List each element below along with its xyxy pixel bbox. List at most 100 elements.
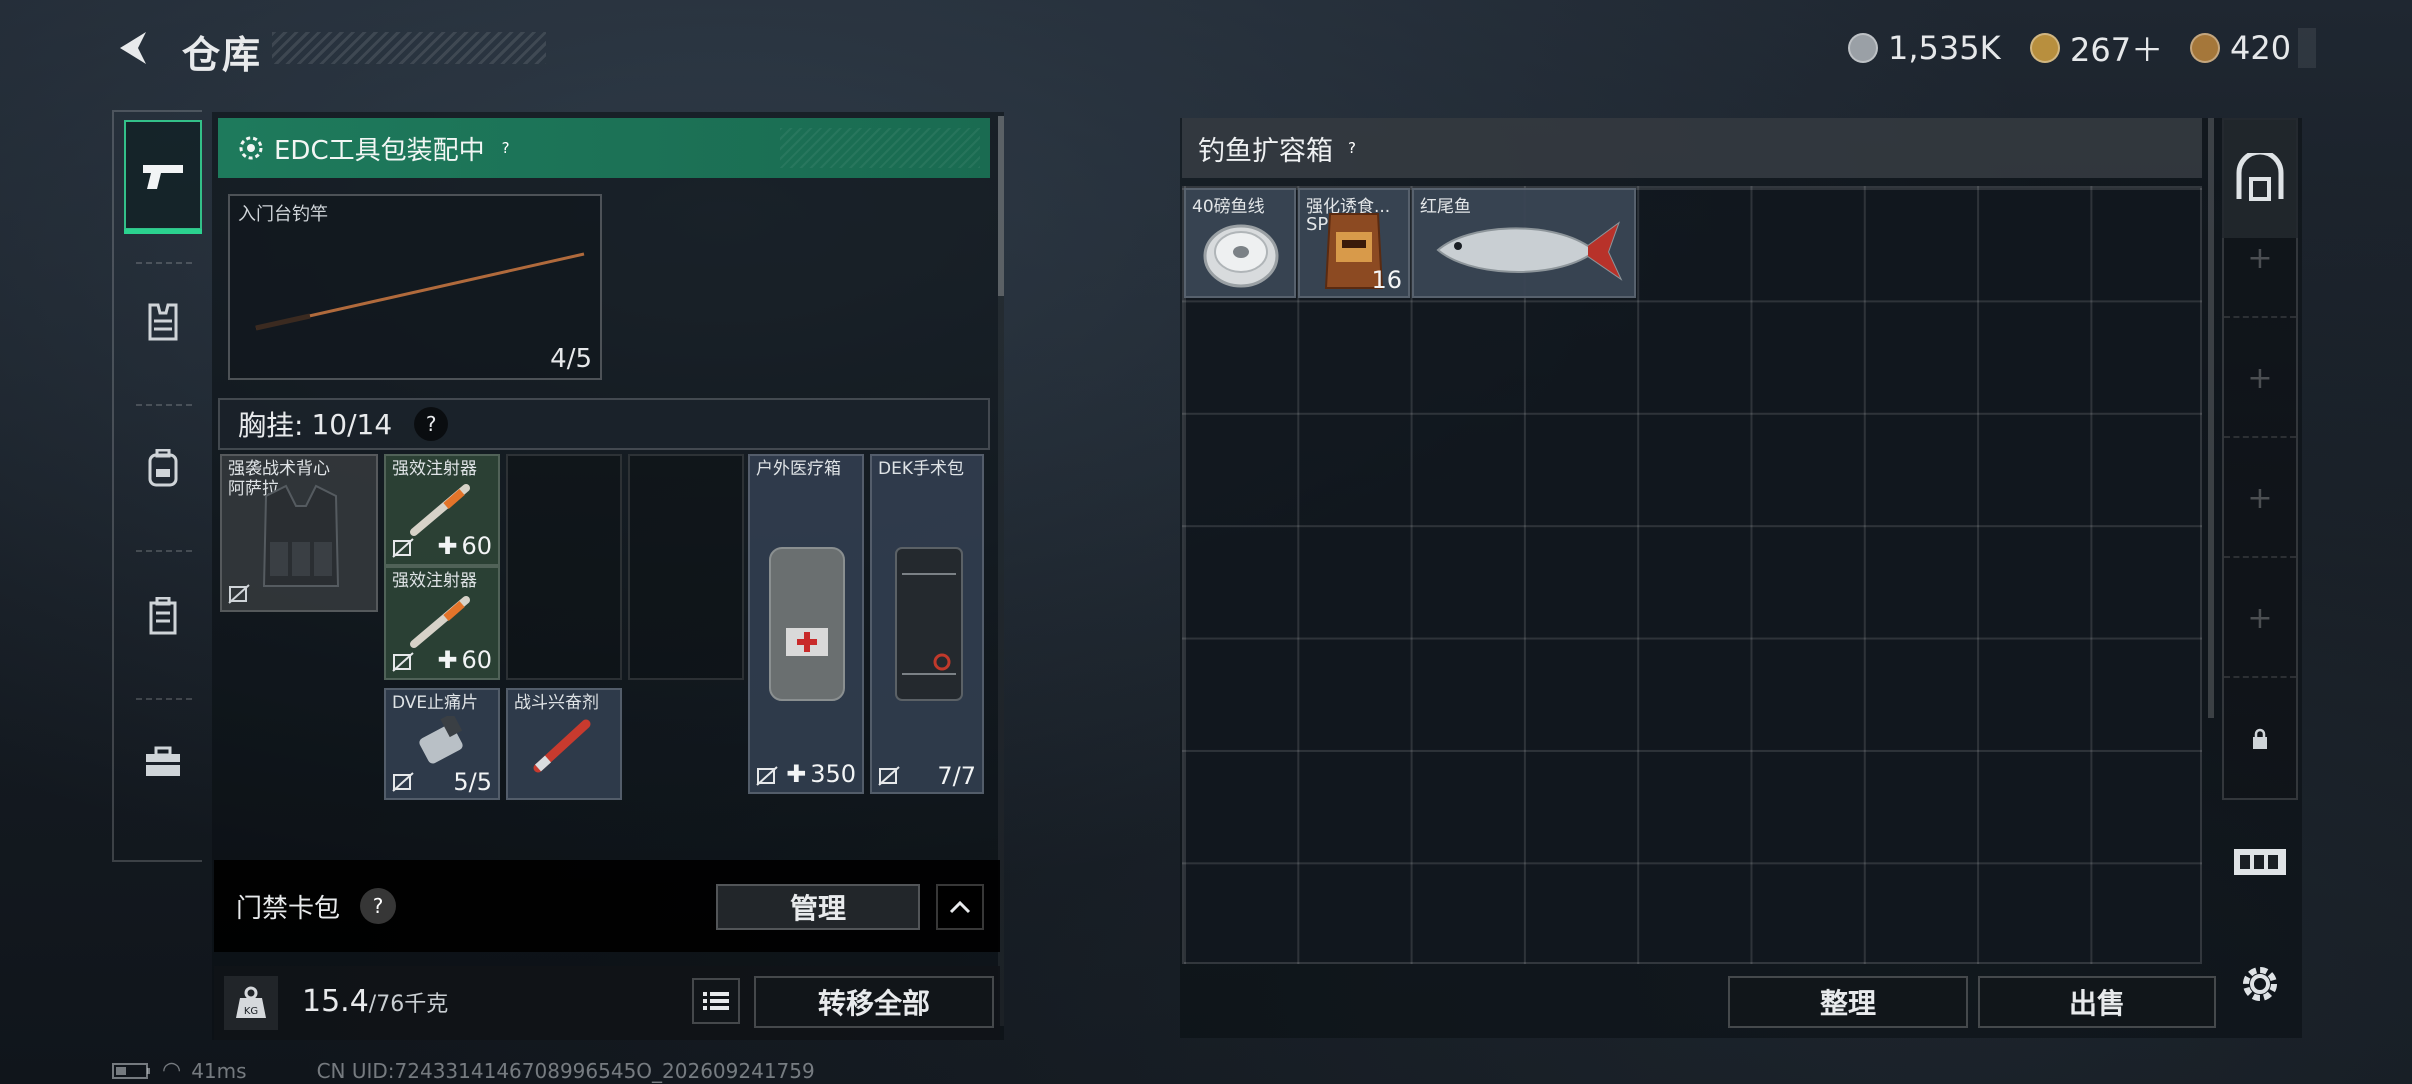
sell-button[interactable]: 出售 — [1978, 976, 2216, 1028]
rail-item-weapon[interactable] — [124, 120, 202, 234]
item-name: 强效注射器 — [392, 459, 477, 479]
item-redtail-fish[interactable]: 红尾鱼 — [1412, 188, 1636, 298]
medkit-image — [769, 547, 845, 701]
sort-button[interactable]: 整理 — [1728, 976, 1968, 1028]
currency-silver-value: 1,535K — [1888, 29, 2001, 67]
fish-image — [1436, 221, 1623, 281]
fishing-box-title: 钓鱼扩容箱 — [1198, 135, 1333, 167]
page-title: 仓库 — [182, 33, 263, 77]
no-flag-icon — [756, 766, 778, 786]
gear-icon — [2243, 967, 2277, 1001]
rail-item-vest[interactable] — [124, 282, 202, 362]
weight-current: 15.4 — [302, 984, 369, 1019]
plus-icon: + — [2247, 240, 2273, 276]
syringe-image — [410, 596, 470, 648]
gun-case-button[interactable] — [2228, 836, 2292, 886]
heal-amount: 60 — [461, 532, 492, 560]
settings-button[interactable] — [2232, 956, 2288, 1012]
rod-name: 入门台钓竿 — [238, 204, 328, 225]
silver-coin-icon — [1848, 33, 1878, 63]
back-button[interactable] — [112, 26, 156, 70]
item-fishing-line[interactable]: 40磅鱼线 — [1184, 188, 1296, 298]
rail-item-case[interactable] — [124, 576, 202, 656]
weight-max: /76千克 — [368, 992, 449, 1017]
empty-slot[interactable] — [506, 454, 622, 680]
help-icon[interactable]: ? — [414, 407, 449, 441]
item-name: 户外医疗箱 — [756, 459, 841, 479]
syringe-image — [410, 484, 470, 536]
item-painkiller[interactable]: DVE止痛片 5/5 — [384, 688, 500, 800]
back-arrow-icon — [120, 32, 146, 64]
item-stimulant[interactable]: 战斗兴奋剂 — [506, 688, 622, 800]
vest-image — [262, 484, 340, 587]
add-slot-button[interactable]: + — [2224, 440, 2296, 558]
plus-icon: ✚ — [437, 532, 458, 560]
lock-icon — [2253, 728, 2267, 749]
weight-icon-label: KG — [244, 1006, 258, 1017]
item-surgical-kit[interactable]: DEK手术包 7/7 — [870, 454, 984, 794]
item-heal-value: ✚ 350 — [786, 760, 856, 788]
category-rail — [112, 110, 202, 862]
title-decoration — [272, 32, 546, 64]
manage-button[interactable]: 管理 — [716, 884, 920, 930]
plus-icon: ✚ — [437, 646, 458, 674]
fishing-box-header: 钓鱼扩容箱 ? — [1182, 118, 2202, 178]
locked-slot[interactable] — [2224, 680, 2296, 798]
item-bait[interactable]: 强化诱食... SP 16 — [1298, 188, 1410, 298]
item-outdoor-medkit[interactable]: 户外医疗箱 ✚ 350 — [748, 454, 864, 794]
pill-bottle-image — [419, 716, 463, 764]
help-icon[interactable]: ? — [1341, 137, 1363, 159]
stimulant-image — [533, 719, 591, 773]
item-heal-value: ✚ 60 — [437, 646, 492, 674]
help-icon[interactable]: ? — [360, 888, 396, 924]
item-name: 战斗兴奋剂 — [514, 693, 599, 713]
no-flag-icon — [878, 766, 900, 786]
add-slot-button[interactable]: + — [2224, 560, 2296, 678]
currency-bar-end — [2298, 28, 2316, 68]
list-view-button[interactable] — [692, 978, 740, 1024]
empty-slot[interactable] — [628, 454, 744, 680]
heal-amount: 350 — [810, 760, 856, 788]
vest-icon — [148, 303, 178, 341]
fishing-line-spool-image — [1203, 224, 1279, 288]
collapse-button[interactable] — [936, 884, 984, 930]
gun-case-icon — [2234, 849, 2286, 875]
fishing-rod-slot[interactable]: 入门台钓竿 4/5 — [228, 194, 602, 380]
left-scrollbar-thumb[interactable] — [998, 116, 1004, 296]
currency-bronze: 420 — [2190, 28, 2291, 68]
item-tactical-vest[interactable]: 强袭战术背心 阿萨拉 — [220, 454, 378, 612]
backpack-icon — [148, 449, 178, 487]
help-icon[interactable]: ? — [495, 137, 517, 159]
toolbox-icon — [146, 746, 180, 776]
weight-readout: 15.4/76千克 — [302, 984, 448, 1019]
edc-status-bar[interactable]: EDC工具包装配中 ? — [218, 118, 990, 178]
add-slot-button[interactable]: + — [2224, 320, 2296, 438]
plus-icon: ✚ — [786, 760, 807, 788]
rail-item-toolbox[interactable] — [124, 722, 202, 802]
list-icon — [703, 992, 729, 1010]
chest-rig-header: 胸挂: 10/14 ? — [218, 398, 990, 450]
right-scrollbar[interactable] — [2208, 118, 2214, 718]
item-syringe[interactable]: 强效注射器 ✚ 60 — [384, 454, 500, 566]
plus-icon: + — [2247, 600, 2273, 636]
status-line: ◠ 41ms CN UID:7243314146708996545O_20260… — [112, 1058, 815, 1083]
no-flag-icon — [392, 538, 414, 558]
plus-icon: + — [2247, 480, 2273, 516]
pistol-icon — [143, 165, 183, 189]
rail-item-backpack[interactable] — [124, 428, 202, 508]
currency-bronze-value: 420 — [2230, 29, 2292, 67]
fishing-box-grid[interactable] — [1182, 186, 2202, 964]
ping-text: 41ms — [191, 1058, 247, 1083]
currency-gold: 267＋ — [2030, 28, 2164, 69]
no-flag-icon — [392, 652, 414, 672]
no-flag-icon — [392, 772, 414, 792]
currency-gold-value: 267＋ — [2070, 31, 2164, 69]
item-count: 7/7 — [937, 762, 976, 790]
add-slot-button[interactable]: + — [2224, 200, 2296, 318]
chest-rig-label: 胸挂: — [238, 409, 304, 442]
item-count: 16 — [1371, 266, 1402, 294]
transfer-all-button[interactable]: 转移全部 — [754, 976, 994, 1028]
item-syringe[interactable]: 强效注射器 ✚ 60 — [384, 566, 500, 680]
item-name: DEK手术包 — [878, 459, 964, 479]
fishing-rod-image — [255, 252, 585, 331]
